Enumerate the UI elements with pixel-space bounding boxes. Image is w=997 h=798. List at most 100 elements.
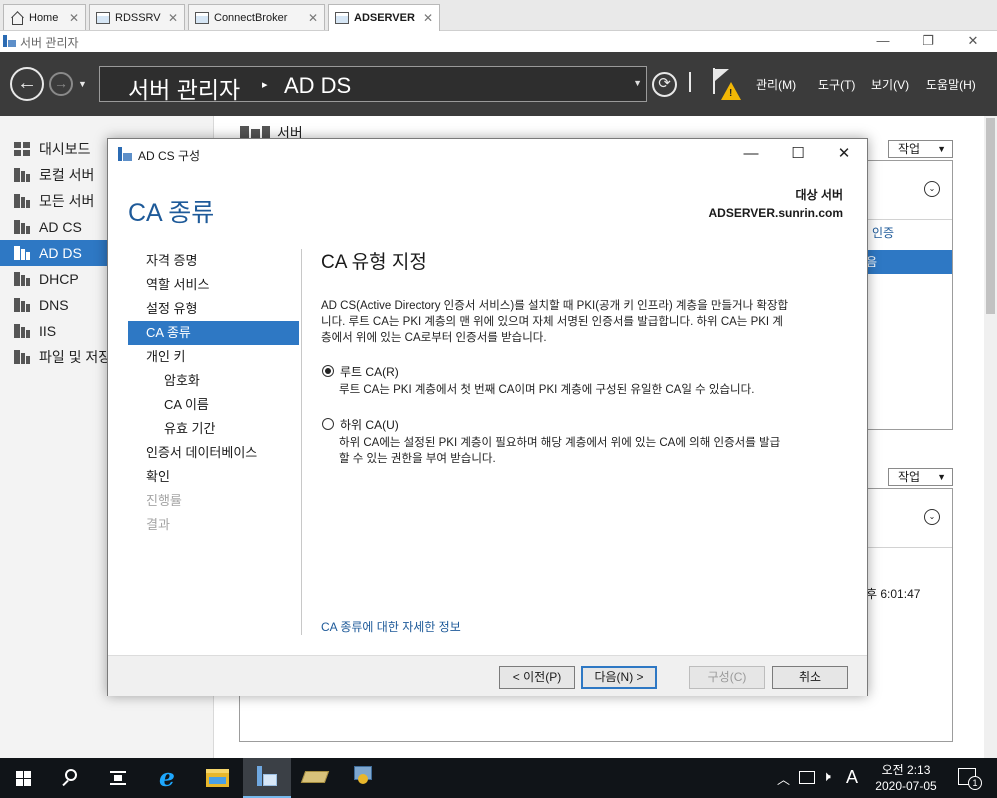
dialog-footer: < 이전(P) 다음(N) > 구성(C) 취소 [108, 655, 867, 696]
step-certificate-database[interactable]: 인증서 데이터베이스 [128, 441, 299, 465]
taskbar-ie[interactable]: e [146, 758, 194, 798]
vertical-scrollbar[interactable] [984, 116, 997, 758]
task-view-button[interactable] [94, 758, 142, 798]
breadcrumb-dropdown-icon[interactable]: ▼ [633, 78, 642, 88]
step-results: 결과 [146, 517, 170, 532]
close-window-button[interactable]: ✕ [950, 31, 996, 52]
sidebar-item-label: 모든 서버 [39, 193, 95, 209]
dhcp-icon [14, 272, 30, 286]
notifications-flag-icon[interactable]: ! [711, 66, 743, 106]
menu-help[interactable]: 도움말(H) [926, 76, 976, 93]
cancel-button[interactable]: 취소 [772, 666, 848, 689]
sidebar-item-label: IIS [39, 323, 57, 339]
dns-icon [14, 298, 30, 312]
configure-button: 구성(C) [689, 666, 765, 689]
step-confirmation[interactable]: 확인 [128, 465, 299, 489]
back-button[interactable]: ← [10, 67, 44, 101]
taskbar-ca-tool[interactable] [339, 758, 387, 798]
tab-label: ConnectBroker [214, 11, 288, 24]
server-manager-titlebar: 서버 관리자 — ❐ ✕ [0, 31, 997, 52]
tasks-label: 작업 [898, 142, 921, 156]
ad-ds-icon [14, 246, 30, 260]
step-ca-name[interactable]: CA 이름 [128, 393, 299, 417]
breadcrumb-root[interactable]: 서버 관리자 [128, 71, 240, 105]
step-ca-type[interactable]: CA 종류 [128, 321, 299, 345]
column-header[interactable]: 인증 [872, 224, 894, 241]
next-button[interactable]: 다음(N) > [581, 666, 657, 689]
taskbar-file-explorer[interactable] [194, 758, 242, 798]
ime-indicator[interactable]: A [846, 767, 858, 788]
expand-chevron-icon[interactable]: ⌄ [924, 181, 940, 197]
internet-explorer-icon: e [159, 763, 175, 792]
root-ca-radio[interactable] [322, 365, 334, 377]
menu-view[interactable]: 보기(V) [871, 76, 909, 93]
close-icon[interactable]: ✕ [168, 11, 178, 25]
tab-adserver[interactable]: ADSERVER ✕ [328, 4, 440, 31]
close-icon[interactable]: ✕ [308, 11, 318, 25]
refresh-button[interactable]: ⟳ [652, 72, 677, 97]
chevron-up-icon[interactable]: ︿ [777, 769, 790, 788]
step-role-services[interactable]: 역할 서비스 [128, 273, 299, 297]
speaker-muted-icon[interactable]: 🕨 [822, 768, 831, 785]
close-dialog-button[interactable]: ✕ [821, 141, 867, 167]
notification-count: 1 [968, 776, 982, 790]
maximize-button[interactable]: ☐ [775, 141, 821, 167]
subordinate-ca-description: 하위 CA에는 설정된 PKI 계층이 필요하며 해당 계층에서 위에 있는 C… [339, 435, 844, 467]
history-dropdown-icon[interactable]: ▼ [78, 79, 87, 89]
sidebar-item-label: 로컬 서버 [39, 167, 95, 183]
server-manager-icon [257, 766, 277, 788]
breadcrumb-current[interactable]: AD DS [284, 73, 351, 99]
network-icon[interactable] [799, 771, 815, 784]
step-private-key[interactable]: 개인 키 [128, 345, 299, 369]
tab-connectbroker[interactable]: ConnectBroker ✕ [188, 4, 325, 30]
section-title: CA 유형 지정 [321, 252, 427, 273]
close-icon[interactable]: ✕ [423, 11, 433, 25]
root-ca-description: 루트 CA는 PKI 계층에서 첫 번째 CA이며 PKI 계층에 구성된 유일… [339, 382, 844, 398]
breadcrumb: 서버 관리자 ▸ AD DS ▼ [99, 66, 647, 105]
minimize-button[interactable]: — [728, 141, 774, 167]
local-server-icon [14, 168, 30, 182]
taskbar-ad-tool[interactable] [291, 758, 339, 798]
close-icon[interactable]: ✕ [69, 11, 79, 25]
breadcrumb-separator-icon: ▸ [262, 79, 268, 91]
tasks-button[interactable]: 작업 ▼ [888, 140, 953, 158]
menu-manage[interactable]: 관리(M) [756, 76, 796, 93]
description-line: 루트 CA는 PKI 계층에서 첫 번째 CA이며 PKI 계층에 구성된 유일… [339, 384, 755, 396]
subordinate-ca-label[interactable]: 하위 CA(U) [340, 416, 399, 433]
start-button[interactable] [0, 758, 48, 798]
all-servers-icon [14, 194, 30, 208]
more-info-link[interactable]: CA 종류에 대한 자세한 정보 [321, 618, 461, 635]
subordinate-ca-radio[interactable] [322, 418, 334, 430]
chevron-down-icon: ▼ [937, 144, 946, 154]
step-credentials[interactable]: 자격 증명 [128, 249, 299, 273]
restore-button[interactable]: ❐ [905, 31, 951, 52]
menu-tools[interactable]: 도구(T) [818, 76, 855, 93]
iis-icon [14, 324, 30, 338]
notification-center-icon[interactable]: 1 [958, 768, 982, 790]
taskbar: e ︿ 🕨 A 오전 2:13 2020-07-05 1 [0, 758, 997, 798]
sidebar-item-label: AD DS [39, 245, 82, 261]
intro-line: 니다. 루트 CA는 PKI 계층의 맨 위에 있으며 자체 서명된 인증서를 … [321, 316, 783, 328]
expand-chevron-icon[interactable]: ⌄ [924, 509, 940, 525]
step-validity-period[interactable]: 유효 기간 [128, 417, 299, 441]
tab-home[interactable]: Home ✕ [3, 4, 86, 30]
taskbar-server-manager[interactable] [243, 758, 291, 798]
sidebar-item-label: DHCP [39, 271, 79, 287]
tasks-button[interactable]: 작업 ▼ [888, 468, 953, 486]
minimize-button[interactable]: — [860, 31, 906, 52]
step-cryptography[interactable]: 암호화 [128, 369, 299, 393]
forward-button[interactable]: → [49, 72, 73, 96]
previous-button[interactable]: < 이전(P) [499, 666, 575, 689]
directory-tool-icon [300, 771, 330, 783]
ad-cs-config-dialog: AD CS 구성 — ☐ ✕ CA 종류 대상 서버 ADSERVER.sunr… [107, 138, 868, 696]
clock-date[interactable]: 2020-07-05 [871, 779, 941, 793]
sidebar-item-label: DNS [39, 297, 69, 313]
tab-rdssrv[interactable]: RDSSRV ✕ [89, 4, 185, 30]
search-button[interactable] [48, 758, 96, 798]
sidebar-item-label: 대시보드 [39, 141, 91, 157]
step-setup-type[interactable]: 설정 유형 [128, 297, 299, 321]
dashboard-icon [14, 142, 30, 156]
clock-time[interactable]: 오전 2:13 [876, 761, 936, 778]
tab-label: RDSSRV [115, 11, 161, 24]
root-ca-label[interactable]: 루트 CA(R) [340, 363, 399, 380]
